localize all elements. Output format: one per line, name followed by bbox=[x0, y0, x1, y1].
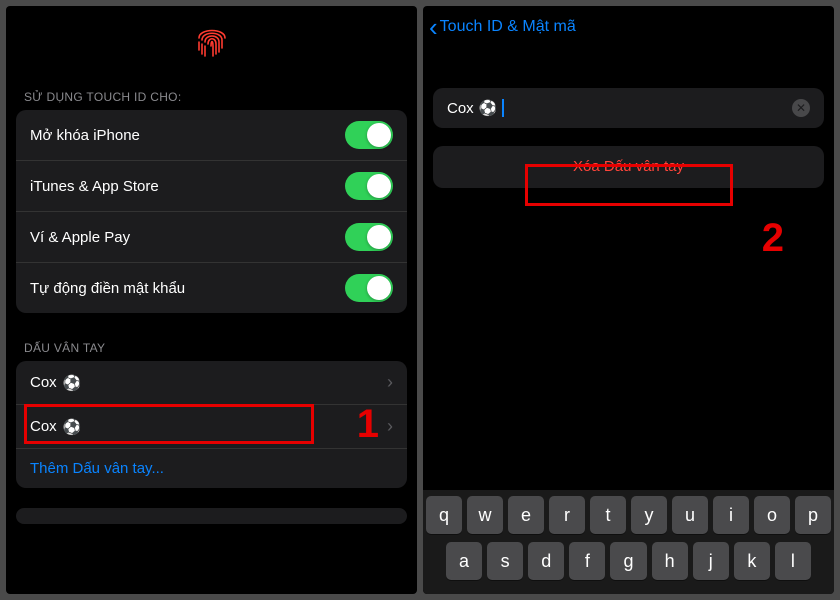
key-s[interactable]: s bbox=[487, 542, 523, 580]
nav-bar: ‹ Touch ID & Mật mã bbox=[423, 6, 834, 48]
toggle-switch[interactable] bbox=[345, 121, 393, 149]
text-cursor bbox=[502, 99, 504, 117]
toggle-label: iTunes & App Store bbox=[30, 178, 159, 195]
key-p[interactable]: p bbox=[795, 496, 831, 534]
add-fingerprint-button[interactable]: Thêm Dấu vân tay... bbox=[16, 449, 407, 488]
toggle-switch[interactable] bbox=[345, 223, 393, 251]
clear-input-icon[interactable]: ✕ bbox=[792, 99, 810, 117]
chevron-right-icon: › bbox=[387, 416, 393, 437]
toggle-row-wallet[interactable]: Ví & Apple Pay bbox=[16, 212, 407, 263]
back-button[interactable]: Touch ID & Mật mã bbox=[440, 18, 576, 36]
toggle-row-unlock[interactable]: Mở khóa iPhone bbox=[16, 110, 407, 161]
fingerprint-icon bbox=[6, 6, 417, 82]
toggle-switch[interactable] bbox=[345, 172, 393, 200]
fingerprint-row[interactable]: Cox ⚽ › bbox=[16, 405, 407, 449]
delete-label: Xóa Dấu vân tay bbox=[573, 158, 684, 175]
toggle-label: Ví & Apple Pay bbox=[30, 229, 130, 246]
settings-touchid-screen: SỬ DỤNG TOUCH ID CHO: Mở khóa iPhone iTu… bbox=[6, 6, 417, 594]
keyboard-row: q w e r t y u i o p bbox=[426, 496, 831, 534]
input-value: Cox ⚽ bbox=[447, 99, 792, 117]
key-g[interactable]: g bbox=[610, 542, 646, 580]
annotation-step-number: 2 bbox=[762, 216, 784, 261]
key-y[interactable]: y bbox=[631, 496, 667, 534]
soccer-icon: ⚽ bbox=[63, 374, 82, 392]
key-t[interactable]: t bbox=[590, 496, 626, 534]
key-r[interactable]: r bbox=[549, 496, 585, 534]
toggle-row-autofill[interactable]: Tự động điền mật khẩu bbox=[16, 263, 407, 313]
toggle-label: Mở khóa iPhone bbox=[30, 127, 140, 144]
keyboard-row: a s d f g h j k l bbox=[426, 542, 831, 580]
keyboard: q w e r t y u i o p a s d f g h j k l bbox=[423, 490, 834, 594]
key-l[interactable]: l bbox=[775, 542, 811, 580]
key-u[interactable]: u bbox=[672, 496, 708, 534]
fingerprint-detail-screen: ‹ Touch ID & Mật mã Cox ⚽ ✕ Xóa Dấu vân … bbox=[423, 6, 834, 594]
fingerprint-label: Cox ⚽ bbox=[30, 418, 81, 436]
extra-group bbox=[16, 508, 407, 524]
fingerprint-group: Cox ⚽ › Cox ⚽ › Thêm Dấu vân tay... bbox=[16, 361, 407, 488]
key-d[interactable]: d bbox=[528, 542, 564, 580]
section-header-use: SỬ DỤNG TOUCH ID CHO: bbox=[6, 82, 417, 110]
fingerprint-label: Cox ⚽ bbox=[30, 374, 81, 392]
soccer-icon: ⚽ bbox=[63, 418, 82, 436]
fingerprint-row[interactable]: Cox ⚽ › bbox=[16, 361, 407, 405]
key-o[interactable]: o bbox=[754, 496, 790, 534]
soccer-icon: ⚽ bbox=[479, 99, 498, 117]
toggle-label: Tự động điền mật khẩu bbox=[30, 280, 185, 297]
key-f[interactable]: f bbox=[569, 542, 605, 580]
section-header-fingerprints: DẤU VÂN TAY bbox=[6, 333, 417, 361]
toggle-row-itunes[interactable]: iTunes & App Store bbox=[16, 161, 407, 212]
annotation-step-number: 1 bbox=[357, 402, 379, 447]
delete-fingerprint-button[interactable]: Xóa Dấu vân tay bbox=[433, 146, 824, 188]
toggle-group: Mở khóa iPhone iTunes & App Store Ví & A… bbox=[16, 110, 407, 313]
key-k[interactable]: k bbox=[734, 542, 770, 580]
back-chevron-icon[interactable]: ‹ bbox=[429, 14, 438, 40]
fingerprint-name-input[interactable]: Cox ⚽ ✕ bbox=[433, 88, 824, 128]
key-h[interactable]: h bbox=[652, 542, 688, 580]
key-q[interactable]: q bbox=[426, 496, 462, 534]
chevron-right-icon: › bbox=[387, 372, 393, 393]
key-j[interactable]: j bbox=[693, 542, 729, 580]
toggle-switch[interactable] bbox=[345, 274, 393, 302]
key-i[interactable]: i bbox=[713, 496, 749, 534]
key-a[interactable]: a bbox=[446, 542, 482, 580]
key-e[interactable]: e bbox=[508, 496, 544, 534]
key-w[interactable]: w bbox=[467, 496, 503, 534]
